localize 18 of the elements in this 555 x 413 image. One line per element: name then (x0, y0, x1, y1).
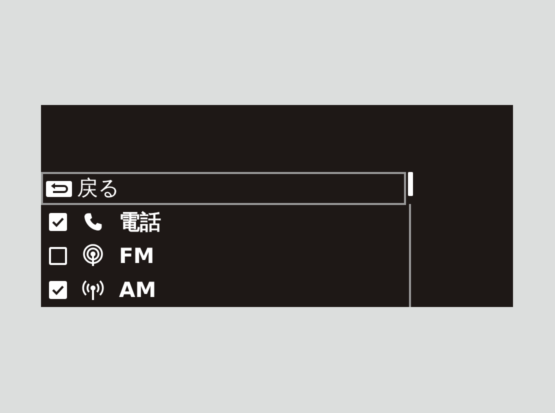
checkbox[interactable] (49, 213, 67, 231)
back-label: 戻る (77, 178, 120, 199)
back-menu-item[interactable]: 戻る (41, 172, 406, 205)
menu-item[interactable]: AM (41, 273, 406, 307)
menu-item[interactable]: FM (41, 239, 406, 273)
checkbox[interactable] (49, 247, 67, 265)
broadcast-icon (82, 244, 104, 268)
item-label: 電話 (119, 212, 161, 232)
scrollbar-thumb (408, 172, 412, 196)
item-label: AM (119, 280, 156, 300)
menu-item[interactable]: 電話 (41, 205, 406, 239)
item-label: FM (119, 246, 154, 266)
checkmark-icon (52, 217, 64, 227)
checkmark-icon (52, 285, 64, 295)
checkbox[interactable] (49, 281, 67, 299)
broadcast-icon (82, 278, 104, 302)
phone-icon (82, 211, 104, 233)
return-icon (45, 180, 73, 198)
